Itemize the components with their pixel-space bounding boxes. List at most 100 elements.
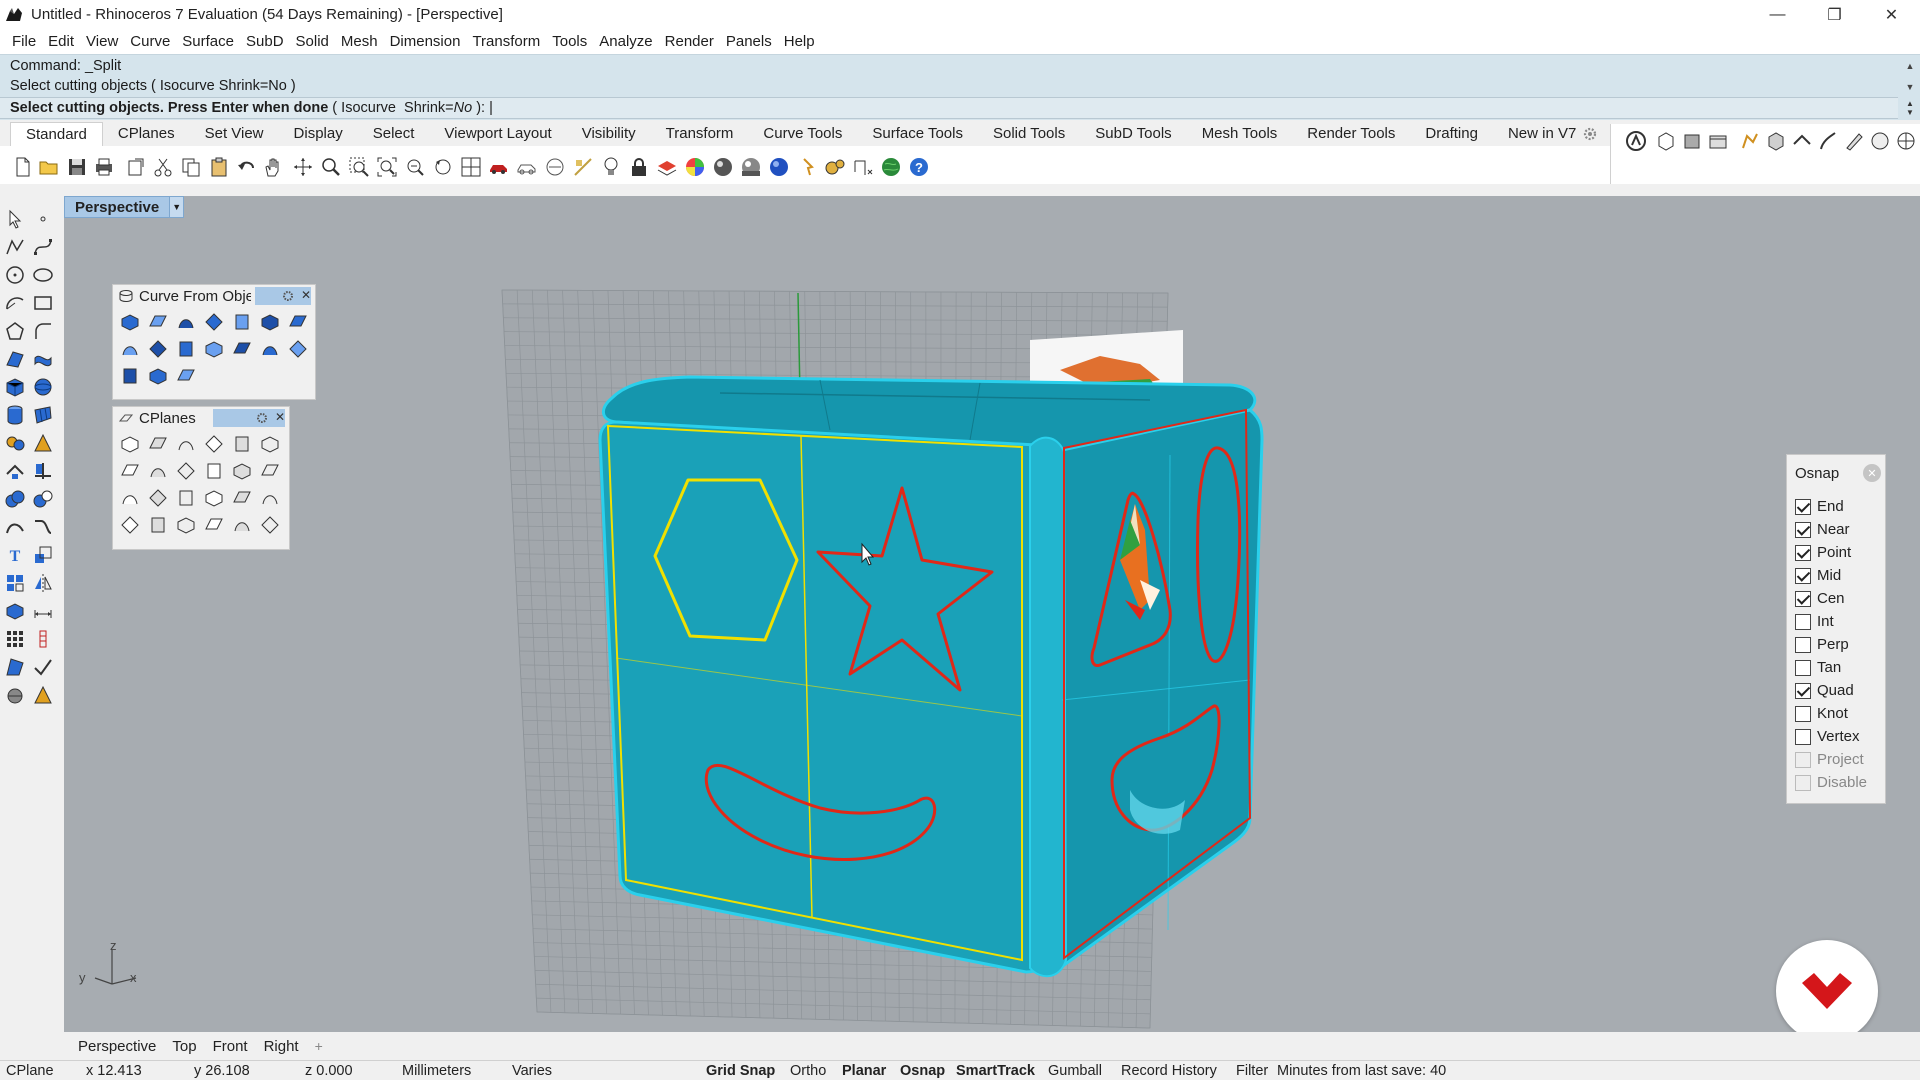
- rotate-view-icon[interactable]: [292, 156, 314, 178]
- osnap-checkbox[interactable]: [1795, 567, 1811, 584]
- drafting-icon[interactable]: [4, 656, 26, 678]
- tool-button-icon[interactable]: [203, 460, 225, 482]
- tool-button-icon[interactable]: [147, 365, 169, 387]
- tool-button-icon[interactable]: [175, 338, 197, 360]
- curve-cv-icon[interactable]: [32, 236, 54, 258]
- cplane-icon[interactable]: [544, 156, 566, 178]
- tool-button-icon[interactable]: [175, 311, 197, 333]
- menu-view[interactable]: View: [80, 33, 124, 50]
- rhino-logo-icon[interactable]: [1625, 130, 1647, 152]
- osnap-checkbox[interactable]: [1795, 636, 1811, 653]
- polyline-icon[interactable]: [4, 236, 26, 258]
- option-isocurve[interactable]: Isocurve: [341, 100, 396, 116]
- osnap-option-tan[interactable]: Tan: [1795, 656, 1867, 679]
- fillet-curve-icon[interactable]: [32, 320, 54, 342]
- tab-curve-tools[interactable]: Curve Tools: [748, 122, 857, 146]
- tool-button-icon[interactable]: [203, 338, 225, 360]
- options-gear-icon[interactable]: [824, 156, 846, 178]
- undo-view-icon[interactable]: [432, 156, 454, 178]
- car-render-icon[interactable]: [488, 156, 510, 178]
- viewport-tab-perspective[interactable]: Perspective: [70, 1037, 165, 1055]
- zoom-selected-icon[interactable]: [404, 156, 426, 178]
- sphere-icon[interactable]: [32, 376, 54, 398]
- grid-snap-tool-icon[interactable]: [572, 156, 594, 178]
- tab-transform[interactable]: Transform: [651, 122, 749, 146]
- osnap-checkbox[interactable]: [1795, 521, 1811, 538]
- tool-button-icon[interactable]: [175, 433, 197, 455]
- extrude-curve-icon[interactable]: [32, 348, 54, 370]
- export-icon[interactable]: [125, 156, 147, 178]
- tab-render-tools[interactable]: Render Tools: [1292, 122, 1410, 146]
- grid-snap-toggle[interactable]: Grid Snap: [706, 1063, 775, 1079]
- globe-icon[interactable]: [880, 156, 902, 178]
- units-status[interactable]: Millimeters: [402, 1063, 471, 1079]
- gumball-toggle[interactable]: Gumball: [1048, 1063, 1102, 1079]
- tool-button-icon[interactable]: [175, 487, 197, 509]
- ghosted-icon[interactable]: [1739, 130, 1761, 152]
- menu-edit[interactable]: Edit: [42, 33, 80, 50]
- command-prompt-input[interactable]: Select cutting objects. Press Enter when…: [0, 97, 1898, 119]
- osnap-option-cen[interactable]: Cen: [1795, 587, 1867, 610]
- filter-toggle[interactable]: Filter: [1236, 1063, 1268, 1079]
- menu-transform[interactable]: Transform: [466, 33, 546, 50]
- viewport-tab-front[interactable]: Front: [205, 1038, 256, 1055]
- four-viewports-icon[interactable]: [460, 156, 482, 178]
- zoom-icon[interactable]: [320, 156, 342, 178]
- tab-drafting[interactable]: Drafting: [1410, 122, 1493, 146]
- osnap-option-point[interactable]: Point: [1795, 541, 1867, 564]
- tool-button-icon[interactable]: [119, 487, 141, 509]
- pan-hand-icon[interactable]: [262, 156, 284, 178]
- tool-button-icon[interactable]: [147, 311, 169, 333]
- tool-button-icon[interactable]: [119, 514, 141, 536]
- ortho-toggle[interactable]: Ortho: [790, 1063, 826, 1079]
- menu-help[interactable]: Help: [778, 33, 821, 50]
- tool-button-icon[interactable]: [231, 338, 253, 360]
- option-shrink[interactable]: Shrink=No: [404, 100, 472, 116]
- boolean-union-icon[interactable]: [4, 488, 26, 510]
- render-tools-icon[interactable]: [32, 432, 54, 454]
- tool-button-icon[interactable]: [147, 460, 169, 482]
- tool-button-icon[interactable]: [203, 311, 225, 333]
- select-arrow-icon[interactable]: [4, 208, 26, 230]
- print-icon[interactable]: [93, 156, 115, 178]
- pen-icon[interactable]: [1843, 130, 1865, 152]
- tab-new-in-v7[interactable]: New in V7: [1493, 122, 1591, 146]
- osnap-checkbox[interactable]: [1795, 659, 1811, 676]
- panel-close-icon[interactable]: ✕: [301, 288, 311, 302]
- menu-render[interactable]: Render: [659, 33, 720, 50]
- copy-icon[interactable]: [180, 156, 202, 178]
- restore-button[interactable]: ❐: [1806, 0, 1863, 29]
- tool-button-icon[interactable]: [175, 514, 197, 536]
- osnap-toggle[interactable]: Osnap: [900, 1063, 945, 1079]
- polygon-icon[interactable]: [4, 320, 26, 342]
- boolean-difference-icon[interactable]: [32, 488, 54, 510]
- blue-sphere-icon[interactable]: [768, 156, 790, 178]
- tab-subd-tools[interactable]: SubD Tools: [1080, 122, 1186, 146]
- artistic-icon[interactable]: [1817, 130, 1839, 152]
- tab-viewport-layout[interactable]: Viewport Layout: [429, 122, 566, 146]
- technical-icon[interactable]: [1791, 130, 1813, 152]
- cylinder-icon[interactable]: [4, 404, 26, 426]
- tool-button-icon[interactable]: [175, 460, 197, 482]
- loft-icon[interactable]: [32, 404, 54, 426]
- surface-corner-icon[interactable]: [4, 348, 26, 370]
- command-spin-buttons[interactable]: ▲ ▼: [1900, 97, 1920, 119]
- car-wireframe-icon[interactable]: [516, 156, 538, 178]
- tool-button-icon[interactable]: [203, 514, 225, 536]
- panel-gear-icon[interactable]: [255, 411, 269, 425]
- osnap-option-mid[interactable]: Mid: [1795, 564, 1867, 587]
- mirror-tool-icon[interactable]: [32, 572, 54, 594]
- tool-button-icon[interactable]: [119, 311, 141, 333]
- menu-subd[interactable]: SubD: [240, 33, 290, 50]
- viewport-title[interactable]: Perspective ▼: [64, 196, 185, 218]
- tab-cplanes[interactable]: CPlanes: [103, 122, 190, 146]
- text-tool-icon[interactable]: T: [4, 544, 26, 566]
- menu-curve[interactable]: Curve: [124, 33, 176, 50]
- xray-box-icon[interactable]: [1765, 130, 1787, 152]
- layer-icon[interactable]: [656, 156, 678, 178]
- tab-surface-tools[interactable]: Surface Tools: [857, 122, 978, 146]
- paste-icon[interactable]: [208, 156, 230, 178]
- viewport-name[interactable]: Perspective: [65, 199, 169, 216]
- zoom-extents-icon[interactable]: [376, 156, 398, 178]
- osnap-option-knot[interactable]: Knot: [1795, 702, 1867, 725]
